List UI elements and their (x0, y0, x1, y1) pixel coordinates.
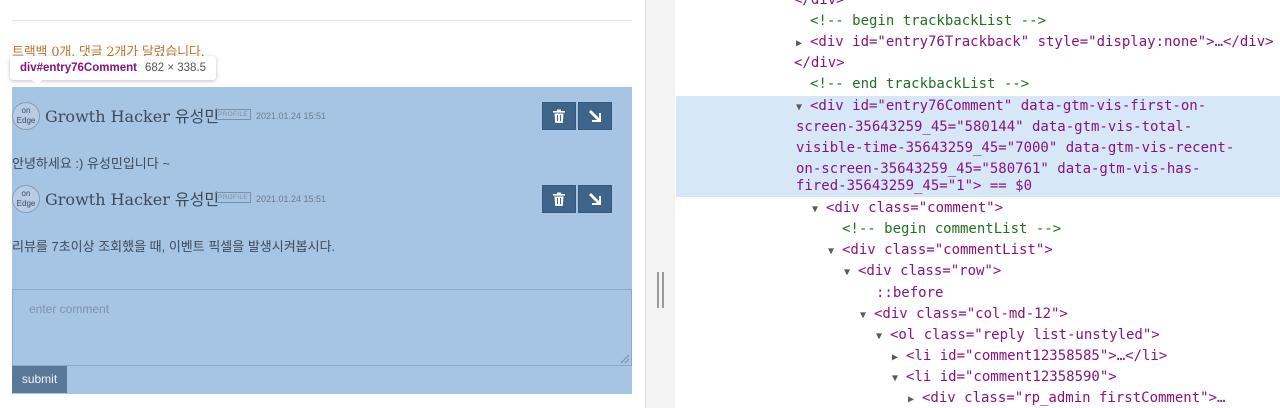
dom-node-text: <div class="comment"> (826, 200, 1004, 216)
dom-pseudo-element-line[interactable]: ::before (676, 283, 1280, 304)
profile-badge[interactable]: PROFILE (215, 109, 251, 120)
dom-comment-line[interactable]: <!-- begin trackbackList --> (676, 11, 1280, 32)
dom-node-line[interactable]: </div> (676, 53, 1280, 74)
dom-node-text: <li id="comment12358585">…</li> (906, 348, 1168, 364)
dom-node-line[interactable]: ▼ <div class="comment"> (676, 198, 1280, 219)
expand-triangle-icon[interactable]: ▶ (892, 347, 906, 368)
dom-node-text: <div class="commentList"> (842, 242, 1053, 258)
comment-body: 리뷰를 7초이상 조회했을 때, 이벤트 픽셀을 발생시켜봅시다. (12, 239, 336, 254)
collapse-triangle-icon[interactable]: ▼ (860, 305, 874, 326)
dom-node-text: <div class="row"> (858, 263, 1002, 279)
dom-node-line[interactable]: ▶ <div class="rp_admin firstComment">… (676, 388, 1280, 408)
reply-comment-button[interactable] (578, 185, 612, 213)
arrow-down-right-icon (589, 193, 601, 205)
dom-node-text: <div id="entry76Trackback" style="displa… (810, 34, 1274, 50)
resize-grip-icon[interactable] (621, 355, 629, 363)
dom-node-line-continued[interactable]: visible-time-35643259_45="7000" data-gtm… (676, 138, 1280, 159)
dom-comment-line[interactable]: <!-- end trackbackList --> (676, 74, 1280, 95)
collapse-triangle-icon[interactable]: ▼ (892, 368, 906, 389)
dom-node-text: <div class="col-md-12"> (874, 306, 1068, 322)
comment-timestamp: 2021.01.24 15:51 (256, 194, 327, 204)
dom-node-line[interactable]: ▼ <div class="col-md-12"> (676, 304, 1280, 325)
drag-handle-icon[interactable] (657, 272, 664, 308)
dom-node-line[interactable]: ▼ <li id="comment12358590"> (676, 367, 1280, 388)
comment-header: on Edge Growth Hacker 유성민 PROFILE 2021.0… (12, 181, 632, 221)
delete-comment-button[interactable] (542, 102, 576, 130)
dom-node-text: <div id="entry76Comment" data-gtm-vis-fi… (810, 98, 1207, 114)
dom-node-text: <div class="rp_admin firstComment">… (922, 390, 1226, 406)
expand-triangle-icon[interactable]: ▶ (908, 389, 922, 408)
comment-author[interactable]: Growth Hacker 유성민 (45, 103, 219, 127)
comment-timestamp: 2021.01.24 15:51 (256, 111, 327, 121)
reply-comment-button[interactable] (578, 102, 612, 130)
panel-splitter[interactable] (645, 0, 675, 408)
arrow-down-right-icon (589, 110, 601, 122)
avatar[interactable]: on Edge (12, 185, 40, 213)
tooltip-dimensions: 682 × 338.5 (144, 62, 207, 74)
dom-node-line[interactable]: </div> (676, 0, 1280, 11)
profile-badge[interactable]: PROFILE (215, 192, 251, 203)
dom-node-line[interactable]: ▼ <ol class="reply list-unstyled"> (676, 325, 1280, 346)
collapse-triangle-icon[interactable]: ▼ (796, 97, 810, 118)
tooltip-selector: div#entry76Comment (20, 62, 137, 74)
dom-node-line-continued[interactable]: screen-35643259_45="580144" data-gtm-vis… (676, 117, 1280, 138)
delete-comment-button[interactable] (542, 185, 576, 213)
comment-input[interactable] (13, 290, 631, 365)
dom-node-line[interactable]: ▼ <div class="row"> (676, 261, 1280, 282)
comment-author[interactable]: Growth Hacker 유성민 (45, 186, 219, 210)
collapse-triangle-icon[interactable]: ▼ (876, 326, 890, 347)
dom-node-text: <ol class="reply list-unstyled"> (890, 327, 1160, 343)
collapse-triangle-icon[interactable]: ▼ (844, 262, 858, 283)
dom-node-line[interactable]: ▼ <div class="commentList"> (676, 240, 1280, 261)
inspect-tooltip: div#entry76Comment 682 × 338.5 (10, 56, 217, 85)
comment-input-container (12, 289, 632, 366)
collapse-triangle-icon[interactable]: ▼ (812, 199, 826, 220)
dom-node-line[interactable]: ▶ <div id="entry76Trackback" style="displ… (676, 32, 1280, 53)
comment-header: on Edge Growth Hacker 유성민 PROFILE 2021.0… (12, 98, 632, 138)
dom-comment-line[interactable]: <!-- begin commentList --> (676, 219, 1280, 240)
comment-body: 안녕하세요 :) 유성민입니다 ~ (12, 156, 170, 171)
expand-triangle-icon[interactable]: ▶ (796, 33, 810, 54)
dom-node-text: <li id="comment12358590"> (906, 369, 1117, 385)
submit-button[interactable]: submit (12, 366, 67, 393)
dom-node-line-selected[interactable]: ▼ <div id="entry76Comment" data-gtm-vis-f… (676, 96, 1280, 117)
tooltip-arrow (32, 80, 42, 85)
elements-panel: </div> <!-- begin trackbackList --> ▶ <di… (676, 0, 1280, 408)
avatar[interactable]: on Edge (12, 102, 40, 130)
trash-icon (553, 109, 565, 123)
divider (12, 20, 632, 21)
collapse-triangle-icon[interactable]: ▼ (828, 241, 842, 262)
trash-icon (553, 192, 565, 206)
dom-node-line[interactable]: ▶ <li id="comment12358585">…</li> (676, 346, 1280, 367)
dom-node-line-continued[interactable]: fired-35643259_45="1"> == $0 (676, 176, 1280, 197)
page-viewport: 트랙백 0개, 댓글 2개가 달렸습니다. div#entry76Comment… (0, 0, 645, 408)
